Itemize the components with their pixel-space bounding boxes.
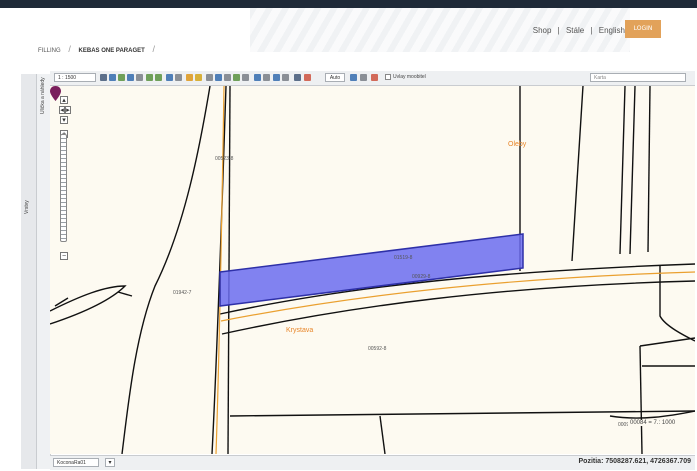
arrow-right-icon[interactable] — [155, 74, 162, 81]
location-pin-icon[interactable] — [50, 86, 61, 101]
draw-icon[interactable] — [242, 74, 249, 81]
layers-panel-tab[interactable]: Vrstvy — [21, 74, 37, 469]
options-icon[interactable] — [282, 74, 289, 81]
select-icon[interactable] — [206, 74, 213, 81]
views-panel-tab[interactable]: Ulička a náhledy — [37, 74, 51, 469]
layer-select[interactable]: Auto — [325, 73, 345, 82]
map-scale-text: 00084 = 7.: 1000 — [628, 420, 678, 426]
pan-icon[interactable] — [100, 74, 107, 81]
print-icon[interactable] — [166, 74, 173, 81]
overlay-checkbox-label: Uvlay moobitel — [393, 74, 426, 80]
delete-icon[interactable] — [371, 74, 378, 81]
parcel-line — [379, 415, 386, 454]
map-search-input[interactable]: Karta — [590, 73, 686, 82]
parcel-line — [571, 86, 584, 262]
views-panel-label: Ulička a náhledy — [40, 77, 46, 114]
arrow-left-icon[interactable] — [146, 74, 153, 81]
legend-icon[interactable] — [273, 74, 280, 81]
layers-icon[interactable] — [233, 74, 240, 81]
cadastral-map[interactable]: ▴ ◂ ▸ ▾ + − 00523-8 01519-8 00929-8 0194… — [50, 86, 695, 454]
zoom-extent-icon[interactable] — [118, 74, 125, 81]
edit-icon[interactable] — [350, 74, 357, 81]
breadcrumb-separator: / — [152, 44, 155, 54]
search-map-icon[interactable] — [195, 74, 202, 81]
info-icon[interactable] — [186, 74, 193, 81]
breadcrumb-separator: / — [68, 44, 71, 54]
zoom-slider[interactable] — [60, 134, 67, 242]
clear-icon[interactable] — [304, 74, 311, 81]
layers-panel-label: Vrstvy — [24, 200, 30, 214]
place-name: Oleby — [508, 141, 527, 148]
scale-select[interactable]: 1 : 1500 — [54, 73, 96, 82]
parcel-line — [639, 345, 643, 454]
cursor-coordinates: Pozitia: 7508287.621, 4726367.709 — [578, 458, 691, 465]
status-bar: KoconaRa01 ▾ Pozitia: 7508287.621, 47263… — [50, 455, 695, 470]
header-link-sep: | — [590, 26, 593, 35]
parcel-line — [54, 291, 133, 307]
chevron-down-icon[interactable]: ▾ — [105, 458, 115, 467]
save-icon[interactable] — [175, 74, 182, 81]
breadcrumb-item-current: KEBAS ONE PARAGET — [78, 48, 145, 54]
parcel-label: 00592-8 — [368, 346, 387, 352]
refresh-icon[interactable] — [136, 74, 143, 81]
parcel-label: 00523-8 — [215, 156, 234, 162]
place-name: Krystava — [286, 327, 314, 334]
map-toolbar: 1 : 1500 Auto Uvlay moobitel Karta — [50, 71, 695, 86]
parcel-line — [227, 86, 231, 454]
parcel-line — [619, 86, 626, 255]
zoom-box-icon[interactable] — [109, 74, 116, 81]
overlay-checkbox[interactable] — [385, 74, 391, 80]
area-icon[interactable] — [224, 74, 231, 81]
header-links: Shop | Stále | English — [531, 26, 627, 35]
dropdown-icon[interactable] — [263, 74, 270, 81]
pan-up-button[interactable]: ▴ — [60, 96, 68, 104]
header-link-english[interactable]: English — [599, 26, 625, 35]
header-link-shop[interactable]: Shop — [533, 26, 552, 35]
parcel-label: 01942-7 — [173, 290, 192, 296]
top-stripe — [0, 0, 697, 8]
parcel-line — [659, 266, 695, 342]
highlighted-parcel — [219, 233, 524, 307]
header-link-sep: | — [557, 26, 560, 35]
header-link-stale[interactable]: Stále — [566, 26, 584, 35]
parcel-line — [647, 86, 651, 253]
map-type-icon[interactable] — [254, 74, 261, 81]
measure-icon[interactable] — [215, 74, 222, 81]
login-button[interactable]: LOGIN — [625, 20, 661, 38]
parcel-line — [229, 410, 695, 417]
breadcrumb-item-filling[interactable]: FILLING — [38, 48, 61, 54]
parcel-line — [121, 86, 211, 454]
parcel-line — [50, 285, 127, 325]
edit-dropdown-icon[interactable] — [360, 74, 367, 81]
map-canvas — [50, 86, 695, 454]
zoom-previous-icon[interactable] — [127, 74, 134, 81]
parcel-line — [629, 86, 636, 255]
parcel-line — [211, 86, 227, 454]
projection-select[interactable]: KoconaRa01 — [53, 458, 99, 467]
help-icon[interactable] — [294, 74, 301, 81]
parcel-label: 01519-8 — [394, 255, 413, 261]
parcel-label: 00929-8 — [412, 274, 431, 280]
pan-down-button[interactable]: ▾ — [60, 116, 68, 124]
parcel-line — [639, 337, 695, 347]
zoom-out-button[interactable]: − — [60, 252, 68, 260]
breadcrumb: FILLING / KEBAS ONE PARAGET / — [38, 44, 161, 54]
pan-right-button[interactable]: ▸ — [65, 106, 71, 114]
